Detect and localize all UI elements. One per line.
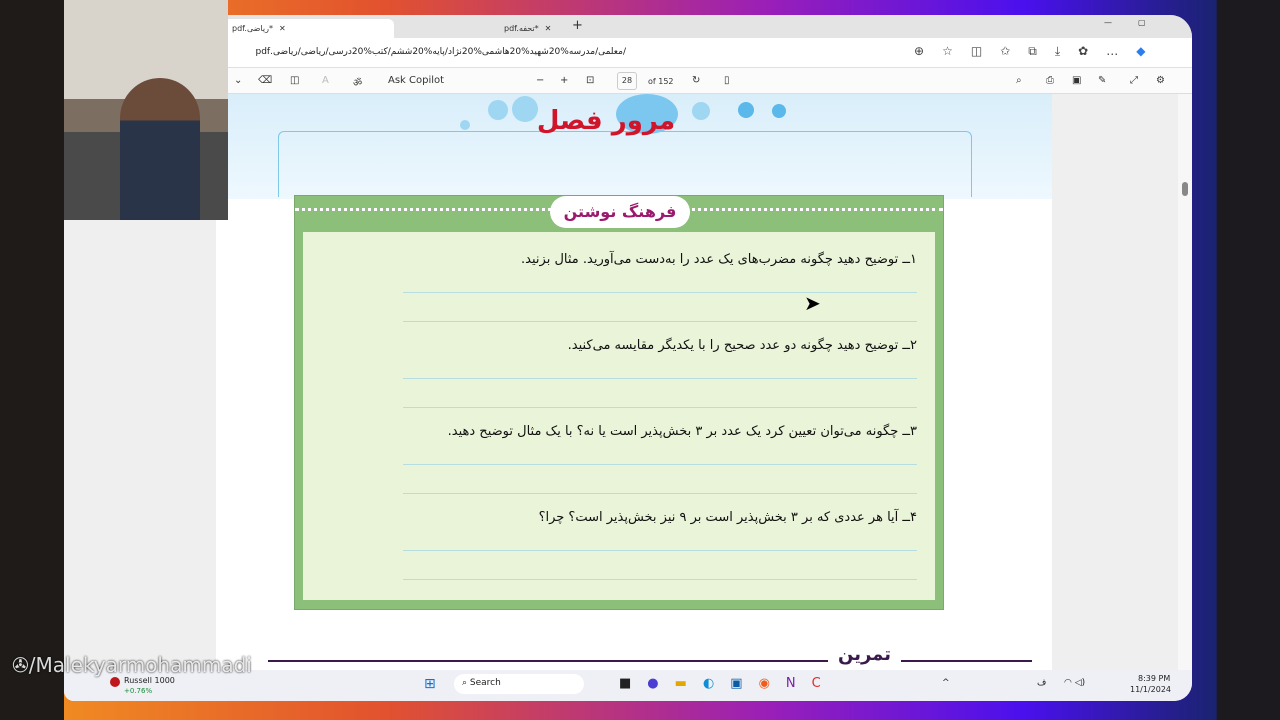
- favorite-star-icon[interactable]: ☆: [942, 44, 953, 59]
- collections-icon[interactable]: ⧉: [1028, 44, 1037, 59]
- pdf-page: مرور فصل فرهنگ نوشتن ۱ــ توضیح دهید چگون…: [216, 94, 1052, 670]
- save-icon[interactable]: ▣: [1072, 75, 1081, 86]
- file-explorer-icon[interactable]: ▬: [675, 676, 687, 691]
- more-icon[interactable]: …: [1106, 44, 1118, 59]
- writing-section: فرهنگ نوشتن ۱ــ توضیح دهید چگونه مضرب‌ها…: [294, 195, 944, 610]
- two-page-icon[interactable]: ▯: [724, 75, 730, 86]
- tab-tohfe[interactable]: pdf.تحفه* ✕: [504, 19, 551, 38]
- webcam-overlay: [64, 0, 228, 220]
- section-title: فرهنگ نوشتن: [550, 196, 690, 228]
- print-icon[interactable]: ⎙: [1046, 75, 1054, 86]
- question-3: ۳ــ چگونه می‌توان تعیین کرد یک عدد بر ۳ …: [447, 424, 917, 439]
- stock-icon: [110, 677, 120, 687]
- questions-panel: ۱ــ توضیح دهید چگونه مضرب‌های یک عدد را …: [303, 232, 935, 600]
- clock-time[interactable]: 8:39 PM: [1138, 674, 1170, 683]
- question-1: ۱ــ توضیح دهید چگونه مضرب‌های یک عدد را …: [521, 252, 917, 267]
- address-bar[interactable]: /معلمی/مدرسه%20شهید%20هاشمی%20نژاد/پایه%…: [64, 38, 1192, 68]
- eraser-icon[interactable]: ⌫: [258, 75, 272, 86]
- question-4: ۴ــ آیا هر عددی که بر ۳ بخش‌پذیر است بر …: [538, 510, 917, 525]
- page-view-icon[interactable]: ◫: [290, 75, 299, 86]
- onenote-icon[interactable]: N: [786, 676, 796, 691]
- presenter-video: [120, 78, 200, 220]
- stock-change: +0.76%: [124, 687, 153, 695]
- copilot-icon[interactable]: ◆: [1136, 44, 1145, 59]
- translate-icon[interactable]: ॐ: [353, 75, 362, 89]
- teams-icon[interactable]: ●: [647, 676, 658, 691]
- question-2: ۲ــ توضیح دهید چگونه دو عدد صحیح را با ی…: [567, 338, 917, 353]
- chevron-down-icon[interactable]: ⌄: [234, 75, 242, 86]
- windows-start-icon[interactable]: ⊞: [424, 676, 436, 692]
- tab-riazi[interactable]: pdf.ریاضی* ✕: [224, 19, 394, 38]
- title-frame: [278, 131, 972, 197]
- search-label: Search: [469, 678, 501, 688]
- zoom-icon[interactable]: ⊕: [914, 44, 924, 59]
- search-icon[interactable]: ⌕: [1016, 75, 1022, 86]
- taskbar-search[interactable]: ⌕ Search: [454, 674, 584, 694]
- pdf-toolbar: ⌄ ⌫ ◫ A ॐ Ask Copilot − + ⊡ 28 of 152 ↻ …: [64, 68, 1192, 94]
- wifi-volume-icon[interactable]: ◠ ◁): [1064, 678, 1085, 688]
- page-title: مرور فصل: [536, 106, 676, 136]
- zoom-out-button[interactable]: −: [536, 75, 544, 86]
- tab-label: pdf.تحفه*: [504, 24, 539, 33]
- page-total: of 152: [648, 77, 674, 86]
- watermark: ✇/Malekyarmohammadi: [12, 653, 252, 677]
- watermark-text: /Malekyarmohammadi: [28, 653, 252, 677]
- split-screen-icon[interactable]: ◫: [971, 44, 982, 59]
- minimize-button[interactable]: —: [1104, 18, 1112, 27]
- app-icon[interactable]: C: [812, 676, 821, 691]
- mouse-cursor-icon: ➤: [804, 291, 821, 315]
- rotate-icon[interactable]: ↻: [692, 75, 700, 86]
- header-band: مرور فصل: [216, 94, 1052, 199]
- screen: pdf.ریاضی* ✕ pdf.تحفه* ✕ + — ▢ /معلمی/مدرس…: [64, 15, 1192, 701]
- fit-page-icon[interactable]: ⊡: [586, 75, 594, 86]
- language-indicator[interactable]: ف: [1037, 678, 1046, 688]
- extensions-icon[interactable]: ✿: [1078, 44, 1088, 59]
- firefox-icon[interactable]: ◉: [759, 676, 770, 691]
- edge-icon[interactable]: ◐: [703, 676, 714, 691]
- download-icon[interactable]: ⤓: [1055, 44, 1060, 59]
- tab-bar: pdf.ریاضی* ✕ pdf.تحفه* ✕ + — ▢: [64, 15, 1192, 38]
- read-aloud-icon[interactable]: A: [322, 75, 329, 86]
- next-section-title: تمرین: [828, 644, 901, 665]
- close-icon[interactable]: ✕: [545, 24, 552, 33]
- pdf-viewer: مرور فصل فرهنگ نوشتن ۱ــ توضیح دهید چگون…: [64, 94, 1178, 670]
- favorites-icon[interactable]: ✩: [1000, 44, 1010, 59]
- instagram-icon: ✇: [12, 653, 29, 677]
- search-icon: ⌕: [462, 678, 470, 688]
- ask-copilot-button[interactable]: Ask Copilot: [388, 75, 444, 86]
- tab-label: pdf.ریاضی*: [232, 24, 273, 33]
- terminal-icon[interactable]: ■: [619, 676, 631, 691]
- clock-date[interactable]: 11/1/2024: [1130, 685, 1171, 694]
- store-icon[interactable]: ▣: [730, 676, 742, 691]
- new-tab-button[interactable]: +: [572, 18, 583, 33]
- settings-icon[interactable]: ⚙: [1156, 75, 1165, 86]
- save-as-icon[interactable]: ✎: [1098, 75, 1106, 86]
- chevron-up-icon[interactable]: ^: [942, 678, 950, 688]
- page-number-input[interactable]: 28: [617, 72, 637, 90]
- stock-name[interactable]: Russell 1000: [124, 676, 175, 685]
- section-divider: [268, 660, 1032, 662]
- zoom-in-button[interactable]: +: [560, 75, 568, 86]
- fullscreen-icon[interactable]: ⤢: [1130, 75, 1138, 86]
- maximize-button[interactable]: ▢: [1138, 18, 1146, 27]
- close-icon[interactable]: ✕: [279, 24, 286, 33]
- vertical-scrollbar[interactable]: [1178, 94, 1192, 670]
